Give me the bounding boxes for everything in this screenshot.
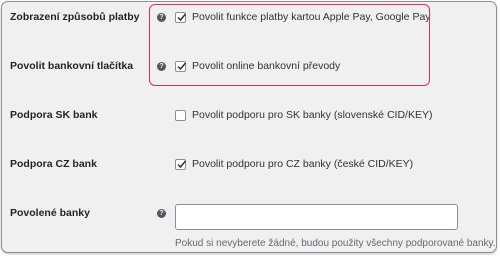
checkbox-label-cz-banks: Povolit podporu pro CZ banky (české CID/… (192, 158, 414, 170)
label-bank-buttons: Povolit bankovní tlačítka (10, 60, 134, 72)
label-cz-banks: Podpora CZ bank (10, 158, 97, 170)
allowed-banks-description: Pokud si nevyberete žádné, budou použity… (175, 238, 496, 249)
help-icon[interactable]: ? (157, 209, 166, 218)
checkmark-icon (177, 13, 187, 22)
label-payment-methods: Zobrazení způsobů platby (10, 11, 140, 23)
checkbox-label-online-bank-transfers: Povolit online bankovní převody (192, 60, 341, 72)
label-allowed-banks: Povolené banky (10, 207, 90, 219)
help-icon[interactable]: ? (157, 13, 166, 22)
checkbox-sk-banks[interactable] (175, 110, 186, 121)
checkmark-icon (177, 62, 187, 71)
checkmark-icon (177, 160, 187, 169)
checkbox-cz-banks[interactable] (175, 159, 187, 170)
checkbox-label-apple-google-pay: Povolit funkce platby kartou Apple Pay, … (192, 11, 431, 23)
help-icon[interactable]: ? (157, 62, 166, 71)
checkbox-label-sk-banks: Povolit podporu pro SK banky (slovenské … (192, 109, 433, 121)
allowed-banks-input[interactable] (175, 204, 458, 230)
label-sk-banks: Podpora SK bank (10, 109, 98, 121)
settings-panel: Zobrazení způsobů platby ? Povolit funkc… (1, 1, 497, 253)
checkbox-online-bank-transfers[interactable] (175, 61, 187, 72)
checkbox-apple-google-pay[interactable] (175, 12, 187, 23)
